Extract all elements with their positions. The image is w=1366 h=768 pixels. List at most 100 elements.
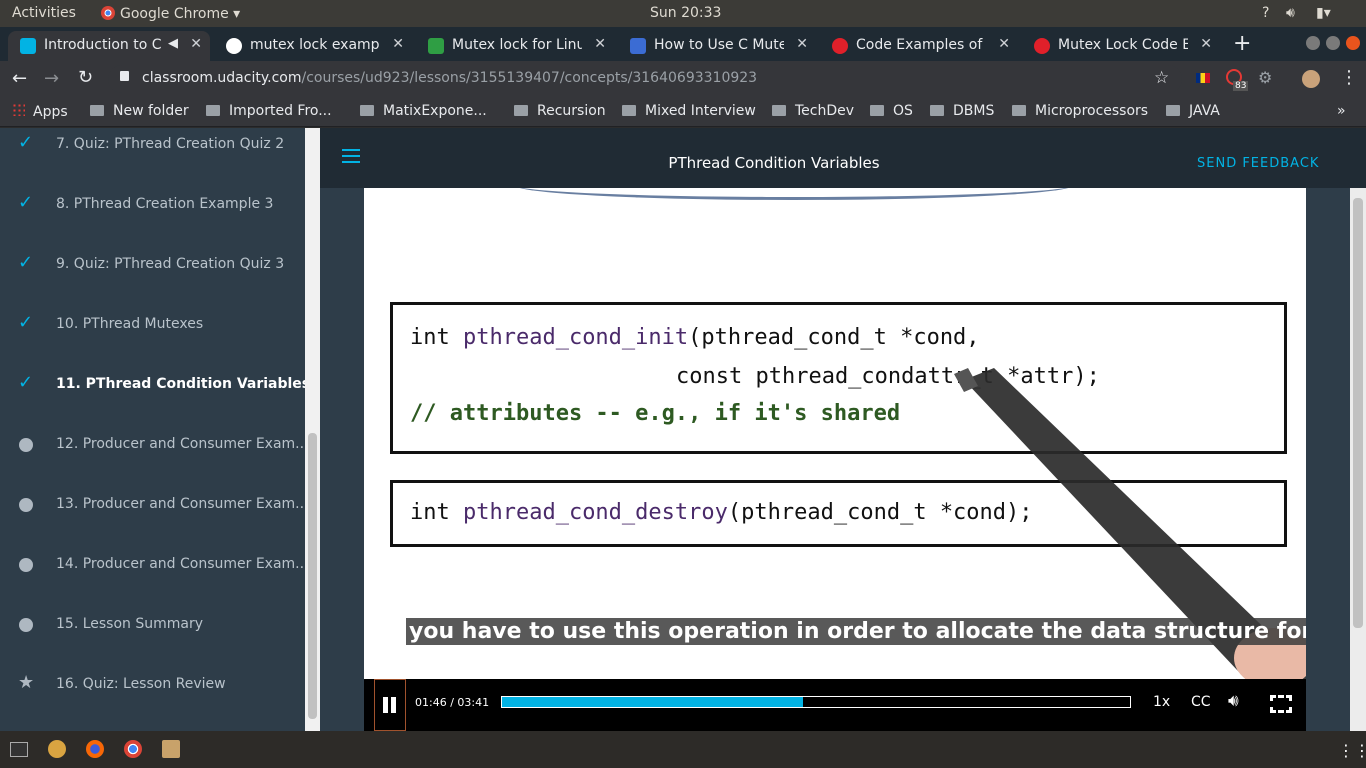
bookmark-new-folder[interactable]: New folder bbox=[90, 103, 189, 119]
folder-icon bbox=[514, 105, 528, 116]
pause-icon bbox=[383, 697, 388, 713]
code-function: pthread_cond_init bbox=[462, 325, 689, 350]
extension-flag-icon[interactable] bbox=[1196, 73, 1210, 83]
url-text: classroom.udacity.com/courses/ud923/less… bbox=[142, 70, 757, 86]
tab-mutex-lock-code[interactable]: Mutex Lock Code Ex ✕ bbox=[1022, 31, 1220, 61]
bookmark-label: Microprocessors bbox=[1035, 103, 1149, 119]
taskbar: ⋮⋮ bbox=[0, 731, 1366, 768]
chrome-icon bbox=[101, 6, 115, 20]
battery-icon[interactable]: ▮▾ bbox=[1316, 5, 1331, 21]
check-icon: ✓ bbox=[18, 312, 34, 333]
tab-mutex-lock-example[interactable]: mutex lock example ✕ bbox=[214, 31, 412, 61]
files-icon[interactable] bbox=[162, 740, 180, 758]
tab-title: mutex lock example bbox=[250, 37, 380, 53]
circle-icon bbox=[19, 618, 33, 632]
clock[interactable]: Sun 20:33 bbox=[650, 5, 721, 21]
close-window-button[interactable] bbox=[1346, 36, 1360, 50]
audio-icon[interactable]: ◀︎ bbox=[168, 36, 178, 51]
forward-icon[interactable]: → bbox=[44, 68, 59, 89]
folder-icon bbox=[206, 105, 220, 116]
sidebar-item-label: 8. PThread Creation Example 3 bbox=[56, 196, 274, 212]
sidebar-item-15[interactable]: 15. Lesson Summary bbox=[0, 608, 305, 668]
new-tab-button[interactable]: + bbox=[1233, 31, 1251, 56]
reload-icon[interactable]: ↻ bbox=[78, 67, 93, 88]
maximize-button[interactable] bbox=[1326, 36, 1340, 50]
pause-button[interactable] bbox=[374, 679, 406, 731]
bookmark-apps[interactable]: Apps bbox=[12, 103, 68, 120]
sidebar-item-label: 13. Producer and Consumer Exam... bbox=[56, 496, 305, 512]
menu-icon[interactable]: ⋮ bbox=[1340, 67, 1358, 88]
sidebar-scrollbar[interactable] bbox=[305, 128, 320, 731]
app-grid-icon[interactable]: ⋮⋮ bbox=[1338, 741, 1366, 760]
tab-how-to-use-mutex[interactable]: How to Use C Mutex ✕ bbox=[618, 31, 816, 61]
close-tab-icon[interactable]: ✕ bbox=[594, 36, 606, 52]
close-tab-icon[interactable]: ✕ bbox=[190, 36, 202, 52]
bookmark-java[interactable]: JAVA bbox=[1166, 103, 1220, 119]
lock-icon[interactable] bbox=[120, 71, 129, 81]
close-tab-icon[interactable]: ✕ bbox=[796, 36, 808, 52]
tab-introduction[interactable]: Introduction to C ◀︎ ✕ bbox=[8, 31, 210, 61]
tab-code-examples[interactable]: Code Examples of M ✕ bbox=[820, 31, 1018, 61]
sidebar-item-8[interactable]: ✓ 8. PThread Creation Example 3 bbox=[0, 188, 305, 248]
activities-button[interactable]: Activities bbox=[12, 5, 76, 21]
sidebar-item-10[interactable]: ✓ 10. PThread Mutexes bbox=[0, 308, 305, 368]
volume-icon[interactable]: 🔊︎ bbox=[1286, 5, 1295, 21]
tab-title: How to Use C Mutex bbox=[654, 37, 784, 53]
sidebar-item-9[interactable]: ✓ 9. Quiz: PThread Creation Quiz 3 bbox=[0, 248, 305, 308]
minimize-button[interactable] bbox=[1306, 36, 1320, 50]
bookmark-label: Apps bbox=[33, 104, 68, 120]
bookmark-os[interactable]: OS bbox=[870, 103, 913, 119]
back-icon[interactable]: ← bbox=[12, 68, 27, 89]
sidebar-scroll-thumb[interactable] bbox=[308, 433, 317, 719]
sidebar-item-label: 11. PThread Condition Variables bbox=[56, 376, 305, 392]
help-icon[interactable]: ? bbox=[1262, 5, 1269, 21]
close-tab-icon[interactable]: ✕ bbox=[998, 36, 1010, 52]
bookmark-label: Recursion bbox=[537, 103, 606, 119]
page-scrollbar[interactable] bbox=[1350, 188, 1366, 731]
sidebar-item-13[interactable]: 13. Producer and Consumer Exam... bbox=[0, 488, 305, 548]
code-line: int pthread_cond_destroy(pthread_cond_t … bbox=[410, 500, 1033, 525]
sidebar-item-label: 7. Quiz: PThread Creation Quiz 2 bbox=[56, 136, 285, 152]
progress-bar[interactable] bbox=[501, 696, 1131, 708]
address-bar[interactable]: classroom.udacity.com/courses/ud923/less… bbox=[108, 65, 1182, 93]
fullscreen-icon[interactable] bbox=[1270, 695, 1292, 713]
volume-icon[interactable]: 🔊︎ bbox=[1228, 691, 1239, 711]
tab-title: Introduction to C bbox=[44, 37, 162, 53]
extension-icon[interactable]: ⚙ bbox=[1258, 68, 1272, 87]
lesson-sidebar: ✓ 7. Quiz: PThread Creation Quiz 2 ✓ 8. PT… bbox=[0, 128, 305, 731]
tab-mutex-linux[interactable]: Mutex lock for Linux ✕ bbox=[416, 31, 614, 61]
bookmark-techdev[interactable]: TechDev bbox=[772, 103, 854, 119]
bookmark-mixed-interview[interactable]: Mixed Interview bbox=[622, 103, 756, 119]
tab-strip: Introduction to C ◀︎ ✕ mutex lock exampl… bbox=[0, 27, 1366, 61]
bookmark-dbms[interactable]: DBMS bbox=[930, 103, 994, 119]
send-feedback-button[interactable]: SEND FEEDBACK bbox=[1197, 156, 1319, 171]
tab-title: Code Examples of M bbox=[856, 37, 986, 53]
bookmarks-overflow-icon[interactable]: » bbox=[1337, 103, 1346, 119]
bookmark-microprocessors[interactable]: Microprocessors bbox=[1012, 103, 1148, 119]
close-tab-icon[interactable]: ✕ bbox=[392, 36, 404, 52]
page-scroll-thumb[interactable] bbox=[1353, 198, 1363, 628]
profile-avatar[interactable] bbox=[1302, 70, 1320, 88]
firefox-icon[interactable] bbox=[86, 740, 104, 758]
close-tab-icon[interactable]: ✕ bbox=[1200, 36, 1212, 52]
bookmark-recursion[interactable]: Recursion bbox=[514, 103, 606, 119]
cc-button[interactable]: CC bbox=[1191, 694, 1211, 710]
chrome-icon[interactable] bbox=[124, 740, 142, 758]
check-icon: ✓ bbox=[18, 132, 34, 153]
sidebar-item-16[interactable]: ★ 16. Quiz: Lesson Review bbox=[0, 668, 305, 728]
lesson-header: PThread Condition Variables SEND FEEDBAC… bbox=[320, 128, 1366, 188]
bookmark-imported[interactable]: Imported Fro... bbox=[206, 103, 332, 119]
sidebar-item-7[interactable]: ✓ 7. Quiz: PThread Creation Quiz 2 bbox=[0, 128, 305, 188]
app-menu[interactable]: Google Chrome ▾ bbox=[100, 5, 240, 22]
bookmark-label: Imported Fro... bbox=[229, 103, 332, 119]
speed-button[interactable]: 1x bbox=[1153, 694, 1170, 710]
video-player[interactable]: int pthread_cond_init(pthread_cond_t *co… bbox=[364, 188, 1306, 731]
bookmark-matixexpone[interactable]: MatixExpone... bbox=[360, 103, 487, 119]
mascot-icon[interactable] bbox=[48, 740, 66, 758]
star-icon[interactable]: ☆ bbox=[1154, 68, 1169, 88]
sidebar-item-11[interactable]: ✓ 11. PThread Condition Variables bbox=[0, 368, 305, 428]
sidebar-item-label: 15. Lesson Summary bbox=[56, 616, 204, 632]
terminal-icon[interactable] bbox=[10, 742, 28, 757]
sidebar-item-14[interactable]: 14. Producer and Consumer Exam... bbox=[0, 548, 305, 608]
sidebar-item-12[interactable]: 12. Producer and Consumer Exam... bbox=[0, 428, 305, 488]
